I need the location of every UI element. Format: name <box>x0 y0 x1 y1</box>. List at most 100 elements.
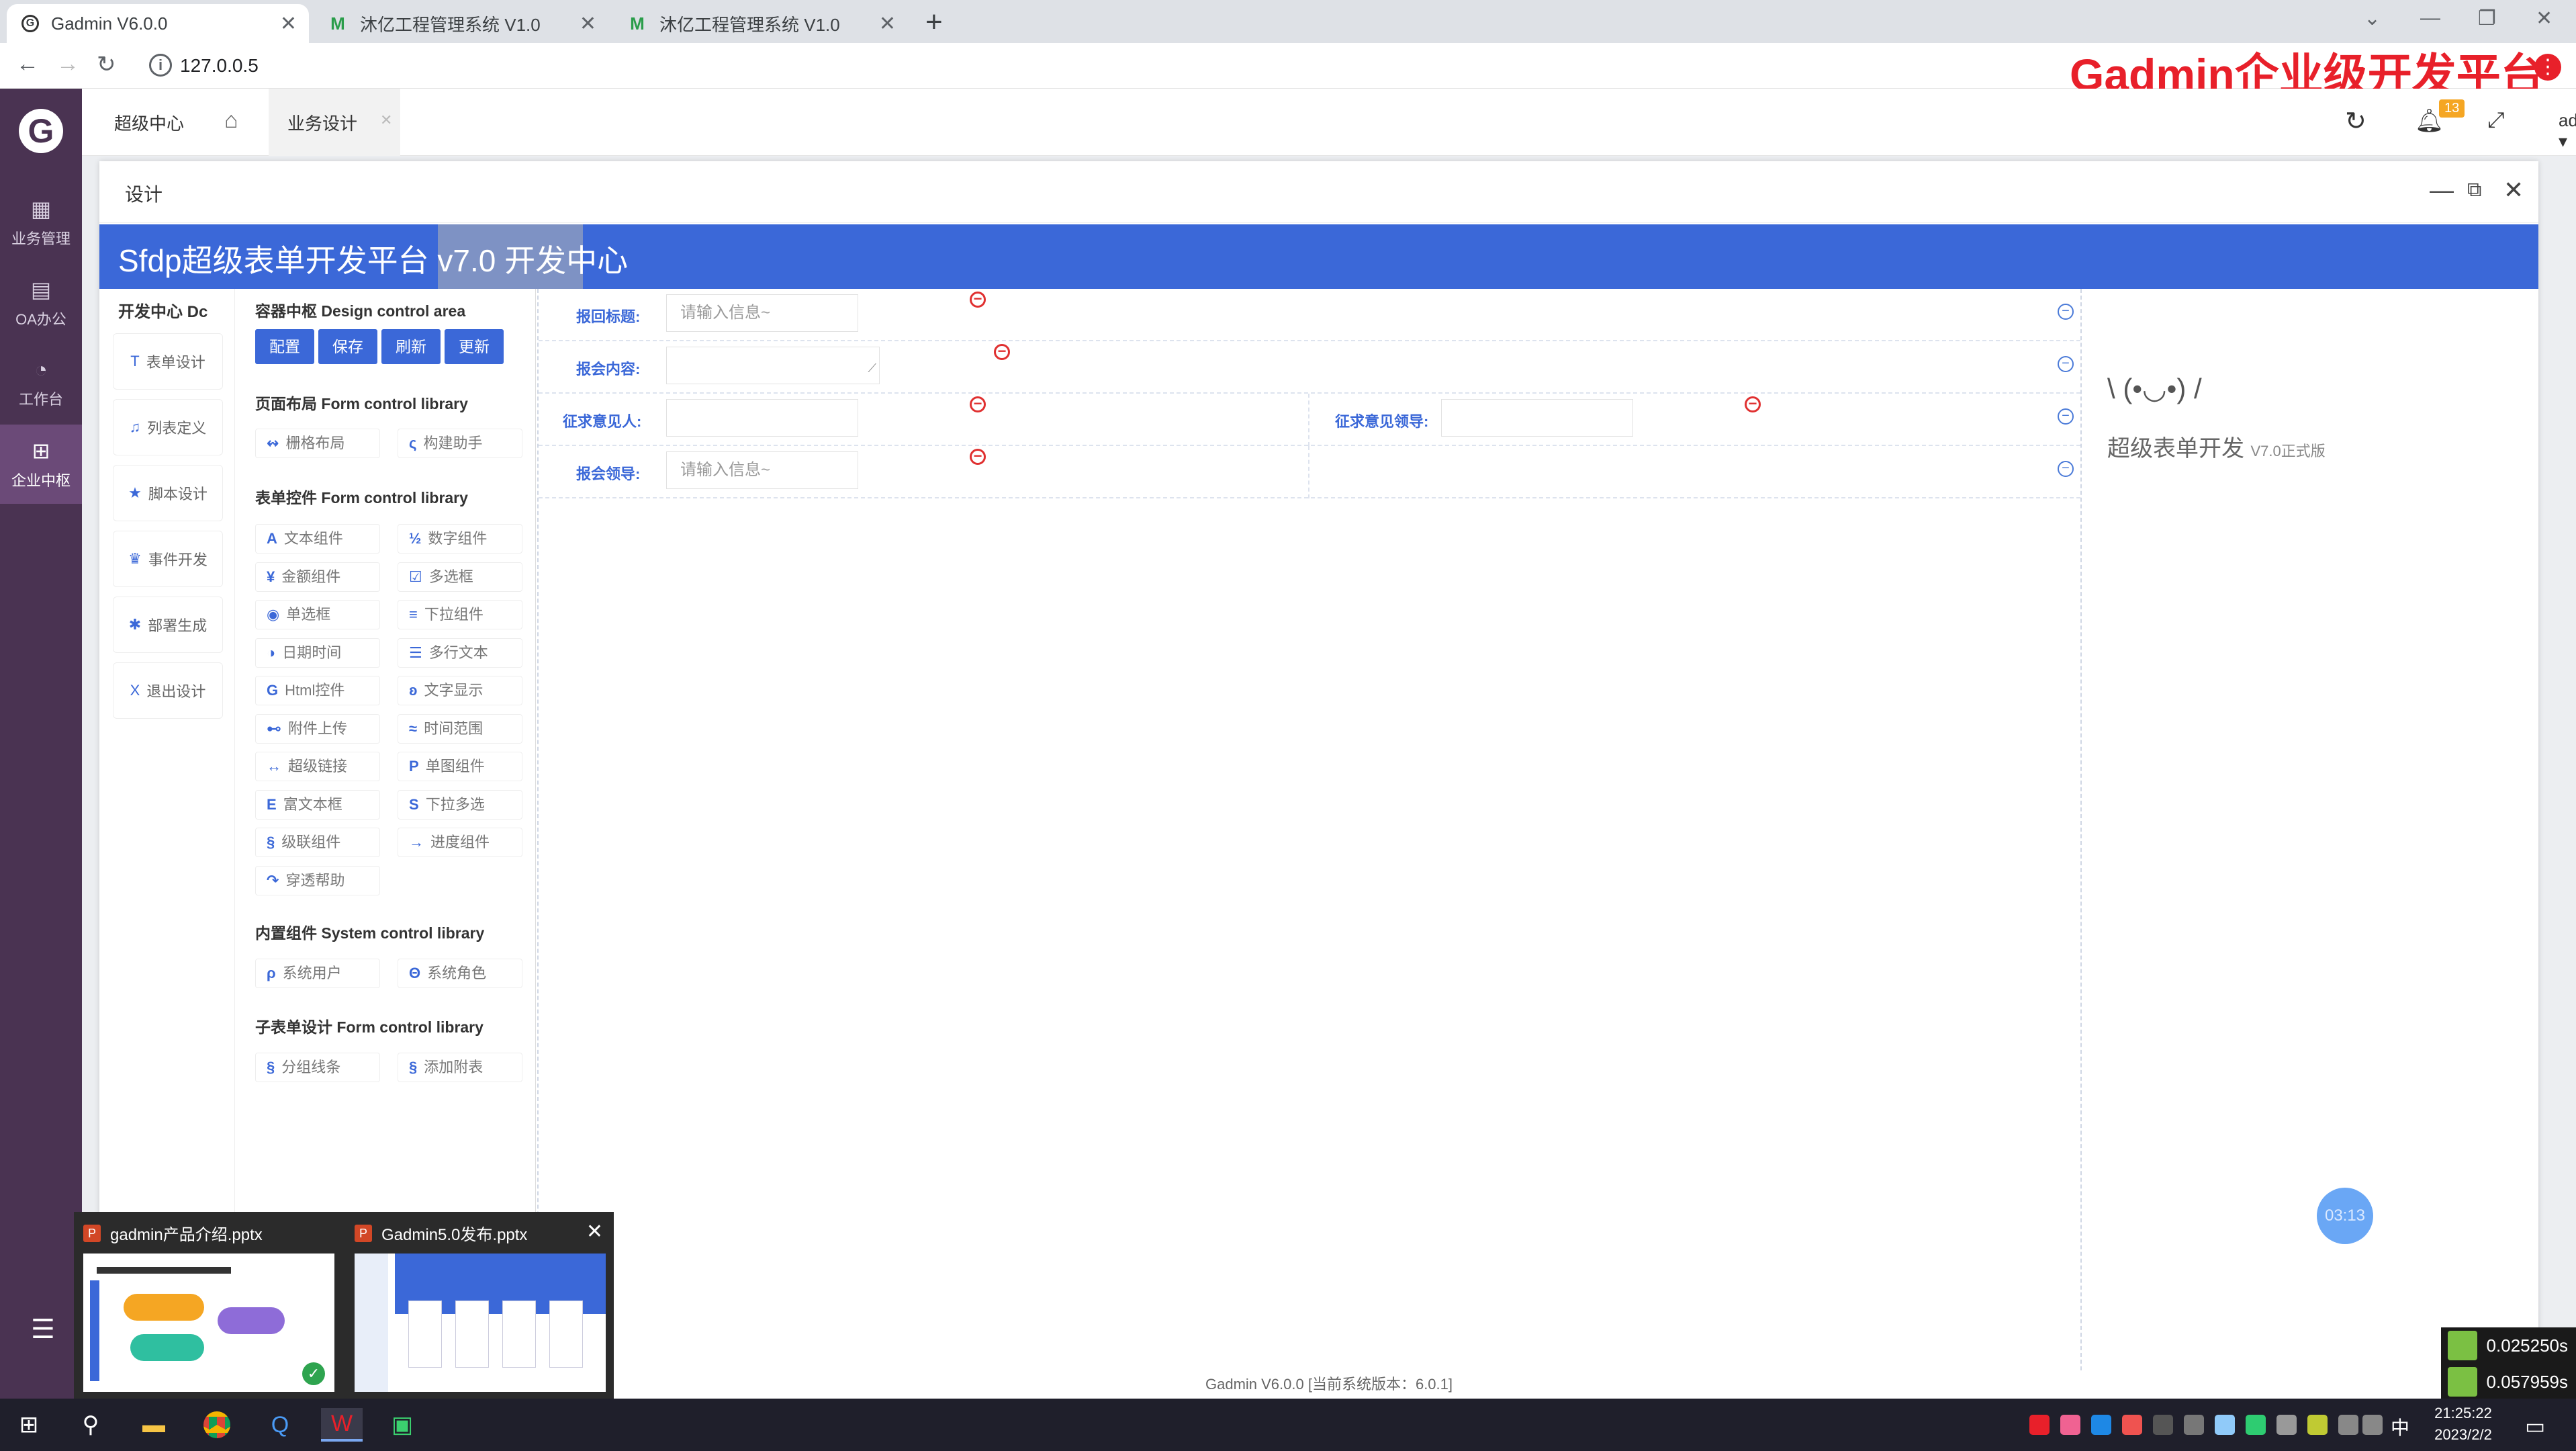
minimize-window-icon[interactable]: — <box>2420 7 2440 30</box>
close-tab-icon[interactable]: ✕ <box>380 112 392 129</box>
form-row[interactable]: 报回标题: 请输入信息~ − − <box>539 289 2080 341</box>
remove-field-icon[interactable]: − <box>1745 396 1761 412</box>
component-item[interactable]: ☰ 多行文本 <box>398 637 522 668</box>
wechat-icon[interactable] <box>2246 1415 2266 1435</box>
remove-field-icon[interactable]: − <box>970 292 986 308</box>
file-explorer-icon[interactable]: ▬ <box>137 1408 171 1442</box>
form-row[interactable]: 征求意见人: − 征求意见领导: − − <box>539 394 2080 446</box>
component-item[interactable]: ≈ 时间范围 <box>398 713 522 744</box>
component-item[interactable]: ς 构建助手 <box>398 429 522 458</box>
close-tab-icon[interactable]: ✕ <box>280 12 297 36</box>
component-item[interactable]: ¥ 金额组件 <box>255 562 380 592</box>
component-item[interactable]: ½ 数字组件 <box>398 524 522 554</box>
row-remove-icon[interactable]: − <box>2058 408 2074 425</box>
url-field[interactable]: 127.0.0.5 <box>180 55 259 77</box>
component-item[interactable]: ◉ 单选框 <box>255 600 380 629</box>
sidebar-toggle-icon[interactable]: ☰ <box>31 1314 55 1345</box>
clock[interactable]: 21:25:22 2023/2/2 <box>2430 1403 2497 1446</box>
microphone-icon[interactable] <box>2276 1415 2297 1435</box>
close-icon[interactable]: ✕ <box>586 1220 603 1243</box>
component-item[interactable]: ≡ 下拉组件 <box>398 600 522 629</box>
form-row[interactable]: 报会领导: 请输入信息~ − − <box>539 446 2080 498</box>
site-info-icon[interactable]: i <box>149 54 172 77</box>
component-item[interactable]: → 进度组件 <box>398 828 522 857</box>
component-item[interactable]: ☑ 多选框 <box>398 562 522 592</box>
tab-super-center[interactable]: 超级中心 <box>114 110 184 135</box>
thumbnail-gadmin5-release[interactable]: P Gadmin5.0发布.pptx ✕ <box>345 1212 614 1401</box>
tray-app-icon[interactable] <box>2307 1415 2328 1435</box>
component-item[interactable]: S 下拉多选 <box>398 789 522 820</box>
windows-start-icon[interactable]: ⊞ <box>12 1408 46 1442</box>
volume-icon[interactable] <box>2362 1415 2383 1435</box>
sidebar-item-workbench[interactable]: ◔ 工作台 <box>0 344 82 423</box>
sidebar-item-enterprise[interactable]: ⊞ 企业中枢 <box>0 425 82 504</box>
browser-search-icon[interactable]: Q <box>263 1408 297 1442</box>
remove-field-icon[interactable]: − <box>970 449 986 465</box>
back-arrow-icon[interactable]: ← <box>16 51 39 77</box>
forward-arrow-icon[interactable]: → <box>56 51 79 77</box>
deploy-button[interactable]: ✱ 部署生成 <box>113 597 223 653</box>
exit-design-button[interactable]: X 退出设计 <box>113 662 223 719</box>
remove-field-icon[interactable]: − <box>970 396 986 412</box>
component-item[interactable]: § 分组线条 <box>255 1053 380 1082</box>
browser-tab-muyi-2[interactable]: M 沐亿工程管理系统 V1.0 ✕ <box>612 4 908 43</box>
remove-field-icon[interactable]: − <box>994 344 1010 360</box>
tray-app-icon[interactable] <box>2215 1415 2235 1435</box>
leader-input[interactable]: 请输入信息~ <box>666 451 858 489</box>
form-row[interactable]: 报会内容: ⟋ − − <box>539 341 2080 394</box>
sidebar-item-business[interactable]: ▦ 业务管理 <box>0 183 82 262</box>
browser-tab-gadmin[interactable]: G Gadmin V6.0.0 ✕ <box>7 4 309 43</box>
new-tab-icon[interactable]: + <box>925 5 943 39</box>
minimize-icon[interactable]: — <box>2430 176 2454 204</box>
component-item[interactable]: ρ 系统用户 <box>255 959 380 988</box>
sidebar-item-oa[interactable]: ▤ OA办公 <box>0 263 82 343</box>
component-item[interactable]: ↔ 超级链接 <box>255 752 380 781</box>
close-tab-icon[interactable]: ✕ <box>879 12 896 36</box>
menu-kebab-icon[interactable]: ⋮ <box>2534 54 2561 81</box>
home-icon[interactable]: ⌂ <box>224 107 238 134</box>
component-item[interactable]: E 富文本框 <box>255 789 380 820</box>
close-icon[interactable]: ✕ <box>2503 176 2524 204</box>
component-item[interactable]: ʚ 文字显示 <box>398 676 522 705</box>
row-remove-icon[interactable]: − <box>2058 461 2074 477</box>
script-design-button[interactable]: ★ 脚本设计 <box>113 465 223 521</box>
list-define-button[interactable]: ♫ 列表定义 <box>113 399 223 455</box>
restore-window-icon[interactable]: ❐ <box>2478 7 2496 30</box>
component-item[interactable]: ↷ 穿透帮助 <box>255 865 380 895</box>
network-icon[interactable] <box>2338 1415 2358 1435</box>
component-item[interactable]: P 单图组件 <box>398 752 522 781</box>
update-button[interactable]: 更新 <box>445 329 504 364</box>
search-icon[interactable]: ⚲ <box>74 1408 107 1442</box>
thumbnail-gadmin-intro[interactable]: Pgadmin产品介绍.pptx ✓ <box>74 1212 342 1401</box>
close-tab-icon[interactable]: ✕ <box>580 12 596 36</box>
tray-app-icon[interactable] <box>2153 1415 2173 1435</box>
component-item[interactable]: G Html控件 <box>255 676 380 705</box>
config-button[interactable]: 配置 <box>255 329 314 364</box>
refresh-button[interactable]: 刷新 <box>381 329 441 364</box>
maximize-icon[interactable]: ⧉ <box>2467 179 2481 202</box>
title-input[interactable]: 请输入信息~ <box>666 294 858 332</box>
gadmin-logo[interactable]: G <box>19 109 63 153</box>
screen-recorder-icon[interactable]: ▣ <box>385 1408 419 1442</box>
tray-app-icon[interactable] <box>2029 1415 2050 1435</box>
tray-app-icon[interactable] <box>2184 1415 2204 1435</box>
tray-app-icon[interactable] <box>2122 1415 2142 1435</box>
chrome-icon[interactable] <box>200 1408 234 1442</box>
row-remove-icon[interactable]: − <box>2058 304 2074 320</box>
close-window-icon[interactable]: ✕ <box>2536 7 2552 30</box>
recording-timer[interactable]: 03:13 <box>2317 1188 2373 1244</box>
chevron-down-icon[interactable]: ⌄ <box>2364 7 2381 30</box>
component-item[interactable]: ◑ 日期时间 <box>255 637 380 668</box>
ime-indicator[interactable]: 中 <box>2391 1413 2409 1440</box>
browser-tab-muyi-1[interactable]: M 沐亿工程管理系统 V1.0 ✕ <box>313 4 608 43</box>
component-item[interactable]: § 添加附表 <box>398 1053 522 1082</box>
opinion-leader-input[interactable] <box>1441 399 1633 437</box>
reload-icon[interactable]: ↻ <box>97 51 116 78</box>
save-button[interactable]: 保存 <box>318 329 377 364</box>
form-canvas[interactable]: 报回标题: 请输入信息~ − − 报会内容: ⟋ − − 征求意见人: − 征求… <box>537 289 2082 1370</box>
component-item[interactable]: Θ 系统角色 <box>398 959 522 988</box>
component-item[interactable]: ⊷ 附件上传 <box>255 713 380 744</box>
component-item[interactable]: § 级联组件 <box>255 828 380 857</box>
event-dev-button[interactable]: ♛ 事件开发 <box>113 531 223 587</box>
form-design-button[interactable]: T 表单设计 <box>113 333 223 390</box>
